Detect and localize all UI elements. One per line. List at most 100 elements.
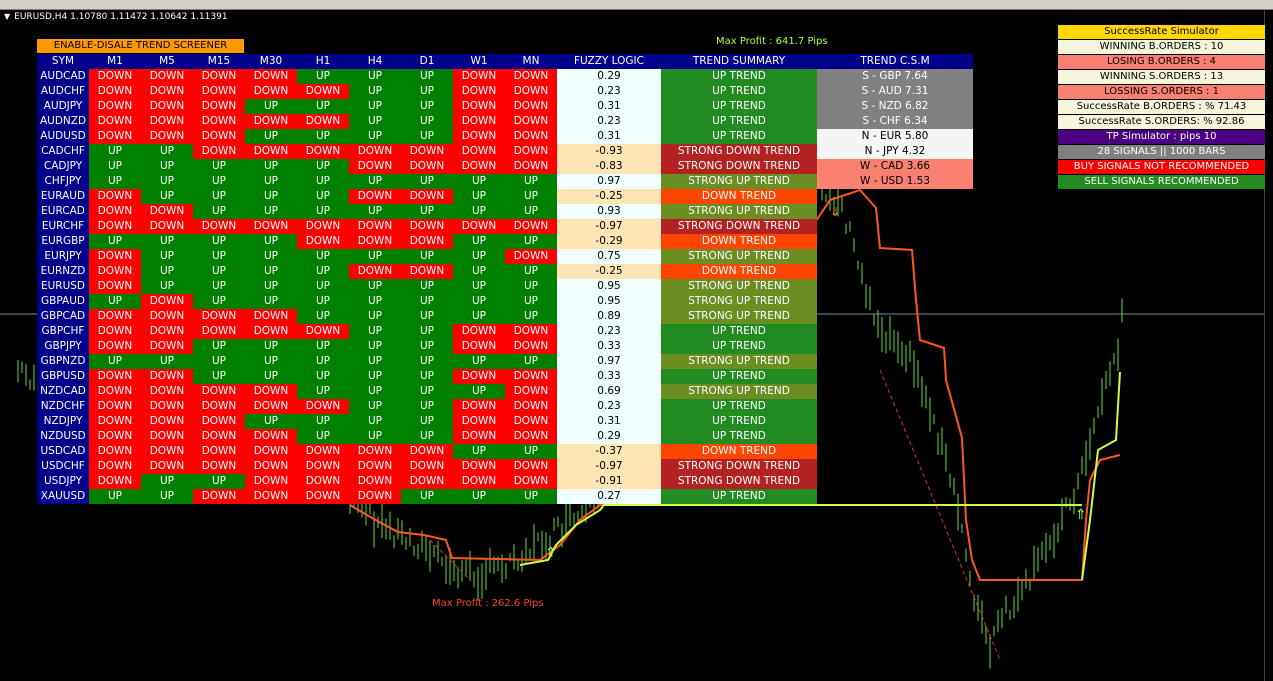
simulator-row: LOSSING S.ORDERS : 1 xyxy=(1058,85,1265,99)
timeframe-trend-cell: UP xyxy=(297,279,349,294)
symbol-cell[interactable]: AUDCAD xyxy=(37,69,89,84)
timeframe-trend-cell: DOWN xyxy=(89,264,141,279)
enable-trend-screener-button[interactable]: ENABLE-DISALE TREND SCREENER xyxy=(37,39,244,53)
symbol-cell[interactable]: GBPJPY xyxy=(37,339,89,354)
symbol-cell[interactable]: EURUSD xyxy=(37,279,89,294)
symbol-cell[interactable]: AUDNZD xyxy=(37,114,89,129)
currency-strength-cell: S - GBP 7.64 xyxy=(817,69,973,84)
table-header-row: SYM M1 M5 M15 M30 H1 H4 D1 W1 MN FUZZY LOGIC TREND … xyxy=(37,54,973,69)
timeframe-trend-cell: UP xyxy=(453,309,505,324)
trend-summary-cell: UP TREND xyxy=(661,84,817,99)
timeframe-trend-cell: UP xyxy=(297,429,349,444)
price-scale[interactable] xyxy=(1264,10,1273,681)
timeframe-trend-cell: DOWN xyxy=(193,144,245,159)
timeframe-trend-cell: DOWN xyxy=(89,309,141,324)
max-profit-label-bottom: Max Profit : 262.6 Pips xyxy=(432,598,544,609)
trend-summary-cell: DOWN TREND xyxy=(661,444,817,459)
timeframe-trend-cell: UP xyxy=(349,369,401,384)
trend-summary-cell: STRONG UP TREND xyxy=(661,249,817,264)
symbol-cell[interactable]: AUDJPY xyxy=(37,99,89,114)
symbol-cell[interactable]: USDCHF xyxy=(37,459,89,474)
timeframe-trend-cell: DOWN xyxy=(193,399,245,414)
symbol-cell[interactable]: GBPUSD xyxy=(37,369,89,384)
symbol-cell[interactable]: GBPAUD xyxy=(37,294,89,309)
timeframe-trend-cell: UP xyxy=(349,324,401,339)
symbol-cell[interactable]: GBPCAD xyxy=(37,309,89,324)
timeframe-trend-cell: UP xyxy=(505,189,557,204)
timeframe-trend-cell: DOWN xyxy=(245,114,297,129)
symbol-cell[interactable]: EURCHF xyxy=(37,219,89,234)
timeframe-trend-cell: UP xyxy=(89,294,141,309)
timeframe-trend-cell: UP xyxy=(453,384,505,399)
timeframe-trend-cell: DOWN xyxy=(245,84,297,99)
timeframe-trend-cell: UP xyxy=(349,84,401,99)
timeframe-trend-cell: UP xyxy=(245,249,297,264)
timeframe-trend-cell: DOWN xyxy=(193,84,245,99)
timeframe-trend-cell: UP xyxy=(453,444,505,459)
timeframe-trend-cell: DOWN xyxy=(193,99,245,114)
symbol-cell[interactable]: EURJPY xyxy=(37,249,89,264)
timeframe-trend-cell: DOWN xyxy=(401,144,453,159)
timeframe-trend-cell: DOWN xyxy=(453,99,505,114)
timeframe-trend-cell: DOWN xyxy=(401,159,453,174)
empty-cell xyxy=(817,399,973,414)
symbol-cell[interactable]: NZDUSD xyxy=(37,429,89,444)
timeframe-trend-cell: UP xyxy=(297,294,349,309)
timeframe-trend-cell: DOWN xyxy=(245,429,297,444)
timeframe-trend-cell: UP xyxy=(401,204,453,219)
symbol-cell[interactable]: EURGBP xyxy=(37,234,89,249)
empty-cell xyxy=(817,354,973,369)
timeframe-trend-cell: DOWN xyxy=(141,459,193,474)
fuzzy-logic-cell: -0.37 xyxy=(557,444,661,459)
fuzzy-logic-cell: -0.25 xyxy=(557,189,661,204)
symbol-cell[interactable]: GBPNZD xyxy=(37,354,89,369)
symbol-cell[interactable]: EURCAD xyxy=(37,204,89,219)
symbol-cell[interactable]: NZDJPY xyxy=(37,414,89,429)
table-row: GBPAUD UP DOWN UP UP UP UP UP UP UP 0.95 STRONG UP … xyxy=(37,294,973,309)
timeframe-trend-cell: DOWN xyxy=(193,384,245,399)
symbol-cell[interactable]: CADJPY xyxy=(37,159,89,174)
symbol-cell[interactable]: CADCHF xyxy=(37,144,89,159)
currency-strength-cell: S - CHF 6.34 xyxy=(817,114,973,129)
symbol-cell[interactable]: EURAUD xyxy=(37,189,89,204)
timeframe-trend-cell: DOWN xyxy=(141,69,193,84)
timeframe-trend-cell: UP xyxy=(401,249,453,264)
trend-summary-cell: UP TREND xyxy=(661,99,817,114)
timeframe-trend-cell: DOWN xyxy=(453,459,505,474)
symbol-cell[interactable]: USDJPY xyxy=(37,474,89,489)
table-row: AUDCAD DOWN DOWN DOWN DOWN UP UP UP DOWN DOWN 0.29… xyxy=(37,69,973,84)
timeframe-trend-cell: UP xyxy=(349,114,401,129)
timeframe-trend-cell: DOWN xyxy=(453,69,505,84)
symbol-cell[interactable]: NZDCHF xyxy=(37,399,89,414)
timeframe-trend-cell: UP xyxy=(349,204,401,219)
symbol-cell[interactable]: AUDUSD xyxy=(37,129,89,144)
trend-summary-cell: STRONG DOWN TREND xyxy=(661,159,817,174)
timeframe-trend-cell: DOWN xyxy=(141,324,193,339)
timeframe-trend-cell: DOWN xyxy=(349,144,401,159)
symbol-cell[interactable]: CHFJPY xyxy=(37,174,89,189)
timeframe-trend-cell: UP xyxy=(505,264,557,279)
timeframe-trend-cell: DOWN xyxy=(505,84,557,99)
symbol-cell[interactable]: AUDCHF xyxy=(37,84,89,99)
symbol-cell[interactable]: USDCAD xyxy=(37,444,89,459)
table-row: AUDUSD DOWN DOWN DOWN UP UP UP UP DOWN DOWN 0.31 UP… xyxy=(37,129,973,144)
fuzzy-logic-cell: 0.31 xyxy=(557,129,661,144)
timeframe-trend-cell: DOWN xyxy=(89,219,141,234)
timeframe-trend-cell: DOWN xyxy=(141,129,193,144)
symbol-cell[interactable]: EURNZD xyxy=(37,264,89,279)
timeframe-trend-cell: DOWN xyxy=(89,129,141,144)
symbol-cell[interactable]: NZDCAD xyxy=(37,384,89,399)
timeframe-trend-cell: DOWN xyxy=(193,114,245,129)
timeframe-trend-cell: UP xyxy=(297,414,349,429)
timeframe-trend-cell: DOWN xyxy=(141,84,193,99)
currency-strength-cell: S - NZD 6.82 xyxy=(817,99,973,114)
symbol-cell[interactable]: GBPCHF xyxy=(37,324,89,339)
dropdown-triangle-icon[interactable]: ▼ xyxy=(4,12,10,21)
table-row: EURJPY DOWN UP UP UP UP UP UP UP DOWN 0.75 STRONG U… xyxy=(37,249,973,264)
timeframe-trend-cell: DOWN xyxy=(245,399,297,414)
support-line-right xyxy=(1081,371,1121,581)
timeframe-trend-cell: UP xyxy=(297,99,349,114)
symbol-cell[interactable]: XAUUSD xyxy=(37,489,89,504)
fuzzy-logic-cell: 0.29 xyxy=(557,429,661,444)
timeframe-trend-cell: DOWN xyxy=(245,474,297,489)
